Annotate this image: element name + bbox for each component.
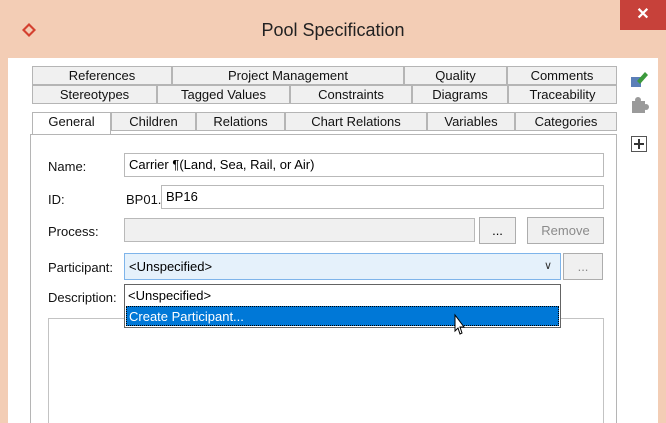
name-label: Name: <box>48 159 87 174</box>
edit-icon[interactable] <box>629 69 649 89</box>
process-field[interactable] <box>124 218 475 242</box>
tab-children[interactable]: Children <box>111 112 196 131</box>
title-bar: Pool Specification ✕ <box>0 0 666 58</box>
option-unspecified[interactable]: <Unspecified> <box>126 286 559 306</box>
chevron-down-icon[interactable]: ∨ <box>544 254 552 279</box>
tab-general[interactable]: General <box>32 112 111 135</box>
participant-browse-button[interactable]: ... <box>563 253 603 280</box>
participant-select[interactable]: <Unspecified> ∨ <box>124 253 561 280</box>
tab-comments[interactable]: Comments <box>507 66 617 85</box>
window-title: Pool Specification <box>261 20 405 40</box>
tab-stereotypes[interactable]: Stereotypes <box>32 85 157 104</box>
description-label: Description: <box>48 290 117 305</box>
close-button[interactable]: ✕ <box>620 0 666 30</box>
id-label: ID: <box>48 192 65 207</box>
id-field[interactable]: BP16 <box>161 185 604 209</box>
process-browse-button[interactable]: ... <box>479 217 516 244</box>
mouse-cursor-icon <box>454 313 465 335</box>
participant-select-value: <Unspecified> <box>129 259 213 274</box>
tab-chart-relations[interactable]: Chart Relations <box>285 112 427 131</box>
tab-diagrams[interactable]: Diagrams <box>412 85 508 104</box>
side-toolbar <box>621 64 658 423</box>
add-icon[interactable] <box>631 136 647 152</box>
tab-constraints[interactable]: Constraints <box>290 85 412 104</box>
id-prefix: BP01. <box>126 192 162 207</box>
tab-strip: References Project Management Quality Co… <box>22 64 617 137</box>
option-create-participant[interactable]: Create Participant... <box>126 306 559 326</box>
puzzle-icon[interactable] <box>629 96 649 116</box>
tab-quality[interactable]: Quality <box>404 66 507 85</box>
participant-label: Participant: <box>48 260 114 275</box>
process-label: Process: <box>48 224 99 239</box>
description-textarea[interactable] <box>48 318 604 423</box>
tab-variables[interactable]: Variables <box>427 112 515 131</box>
participant-dropdown-list: <Unspecified> Create Participant... <box>124 284 561 328</box>
tab-relations[interactable]: Relations <box>196 112 285 131</box>
tab-tagged-values[interactable]: Tagged Values <box>157 85 290 104</box>
tab-project-management[interactable]: Project Management <box>172 66 404 85</box>
tab-categories[interactable]: Categories <box>515 112 617 131</box>
remove-button[interactable]: Remove <box>527 217 604 244</box>
tab-traceability[interactable]: Traceability <box>508 85 617 104</box>
name-field[interactable]: Carrier ¶(Land, Sea, Rail, or Air) <box>124 153 604 177</box>
tab-references[interactable]: References <box>32 66 172 85</box>
